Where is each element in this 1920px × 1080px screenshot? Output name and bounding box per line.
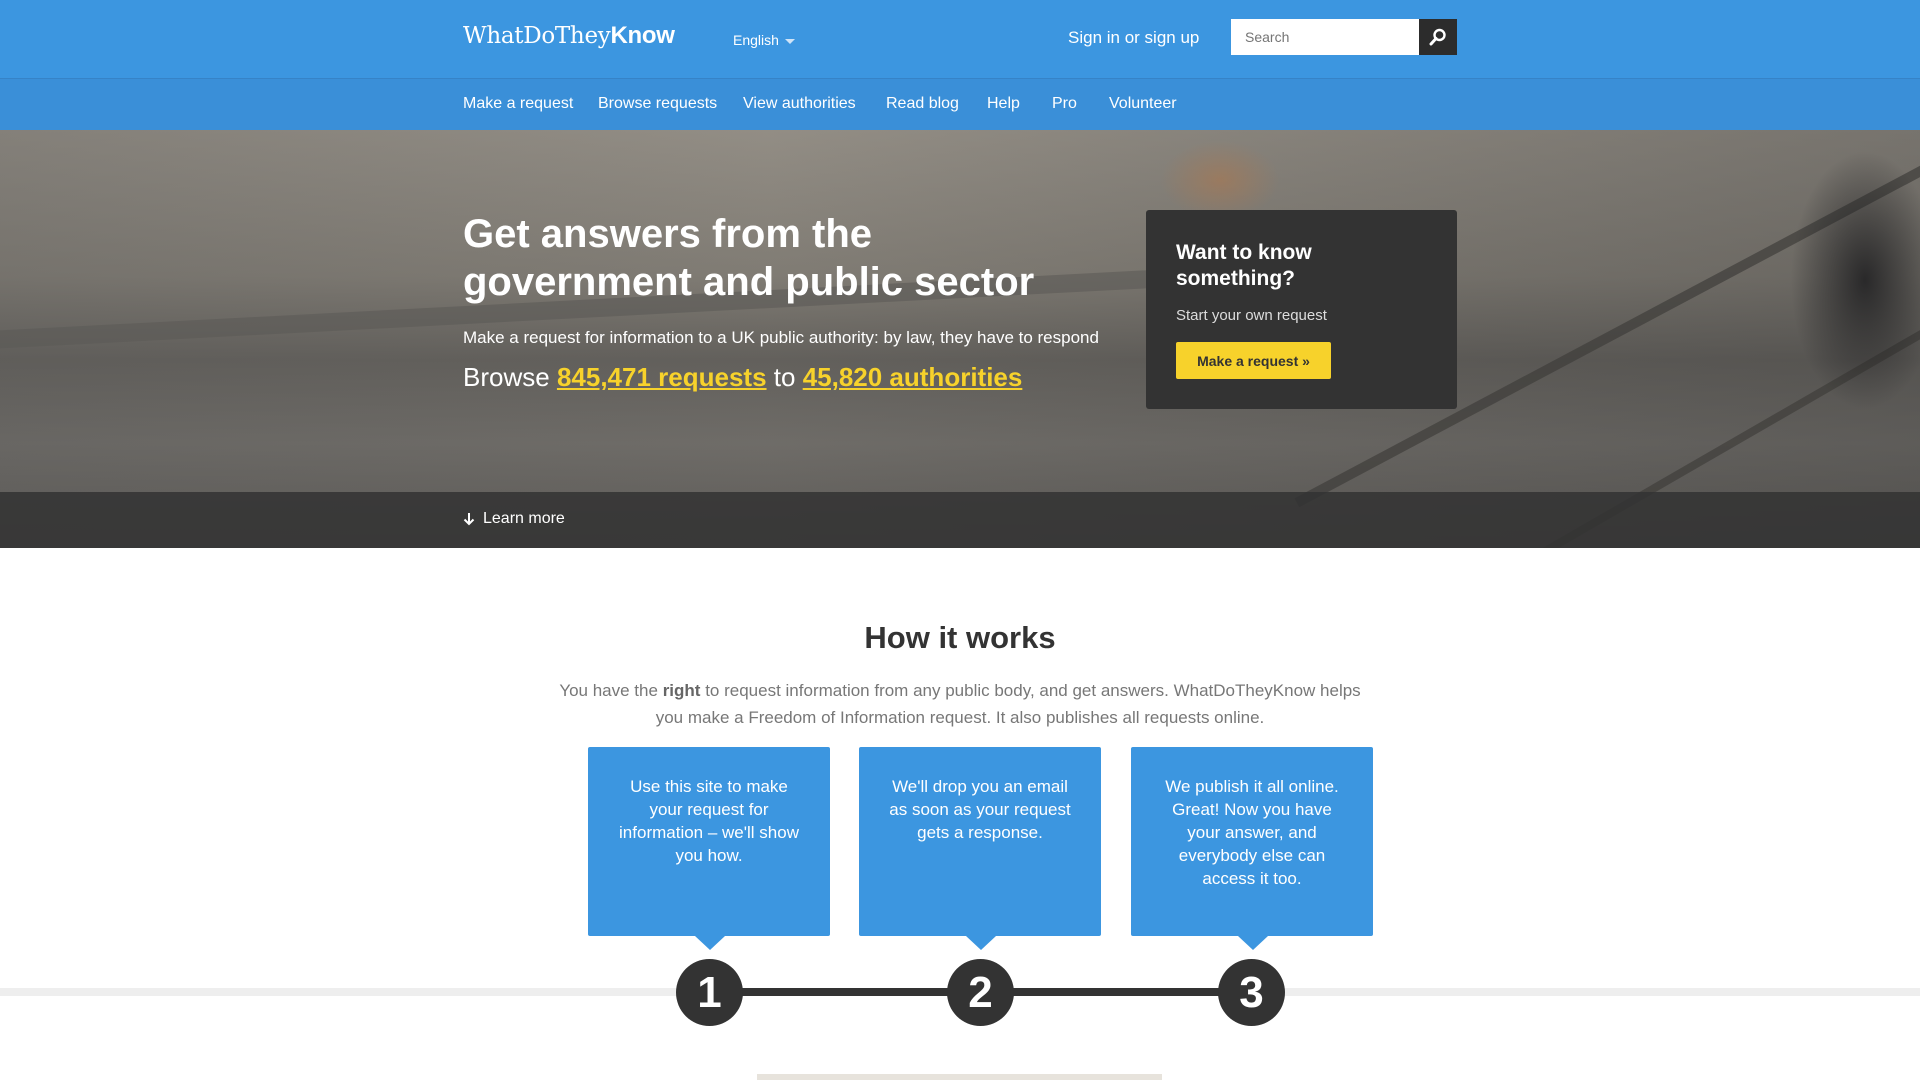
- step-text: We'll drop you an email as soon as your …: [889, 777, 1071, 842]
- step-card-2: We'll drop you an email as soon as your …: [859, 747, 1101, 950]
- nav-read-blog[interactable]: Read blog: [886, 95, 959, 113]
- learn-more-link[interactable]: Learn more: [463, 510, 565, 528]
- how-it-works-description: You have the right to request informatio…: [559, 681, 1361, 727]
- nav-browse-requests[interactable]: Browse requests: [598, 95, 717, 113]
- hero-background-shape: [1160, 140, 1280, 220]
- next-section-box: [757, 1074, 1162, 1080]
- cta-box: Want to know something? Start your own r…: [1146, 210, 1457, 409]
- step-number-1: 1: [676, 959, 743, 1026]
- nav-volunteer[interactable]: Volunteer: [1109, 95, 1177, 113]
- step-card-3: We publish it all online. Great! Now you…: [1131, 747, 1373, 950]
- step-text: Use this site to make your request for i…: [619, 777, 799, 865]
- nav-pro[interactable]: Pro: [1052, 95, 1077, 113]
- hero-banner: Get answers from the government and publ…: [0, 130, 1920, 548]
- step-pointer: [966, 936, 996, 950]
- make-request-button[interactable]: Make a request »: [1176, 342, 1331, 379]
- site-logo[interactable]: WhatDoTheyKnow: [463, 22, 675, 50]
- step-pointer: [1238, 936, 1268, 950]
- hero-background-shape: [1790, 150, 1920, 410]
- nav-make-request[interactable]: Make a request: [463, 95, 573, 113]
- step-pointer: [695, 936, 725, 950]
- top-header: WhatDoTheyKnow English Sign in or sign u…: [0, 0, 1920, 78]
- nav-view-authorities[interactable]: View authorities: [743, 95, 856, 113]
- search-button[interactable]: [1419, 19, 1457, 55]
- step-text: We publish it all online. Great! Now you…: [1165, 777, 1339, 888]
- search-icon: [1429, 28, 1446, 46]
- search-input[interactable]: [1231, 19, 1419, 55]
- cta-title: Want to know something?: [1176, 241, 1312, 290]
- arrow-down-icon: [463, 513, 475, 526]
- hero-subtitle: Make a request for information to a UK p…: [463, 328, 1099, 347]
- step-card-1: Use this site to make your request for i…: [588, 747, 830, 950]
- requests-count-link[interactable]: 845,471 requests: [557, 362, 767, 392]
- nav-help[interactable]: Help: [987, 95, 1020, 113]
- hero-title: Get answers from the government and publ…: [463, 212, 1035, 304]
- browse-line: Browse 845,471 requests to 45,820 author…: [463, 362, 1023, 392]
- signin-link[interactable]: Sign in or sign up: [1068, 28, 1199, 48]
- how-it-works-title: How it works: [864, 620, 1056, 655]
- authorities-count-link[interactable]: 45,820 authorities: [803, 362, 1023, 392]
- language-selector[interactable]: English: [733, 32, 795, 48]
- cta-subtitle: Start your own request: [1176, 307, 1327, 324]
- step-number-2: 2: [947, 959, 1014, 1026]
- caret-down-icon: [784, 38, 795, 44]
- learn-more-bar: Learn more: [0, 492, 1920, 548]
- step-number-3: 3: [1218, 959, 1285, 1026]
- main-nav: Make a request Browse requests View auth…: [0, 78, 1920, 131]
